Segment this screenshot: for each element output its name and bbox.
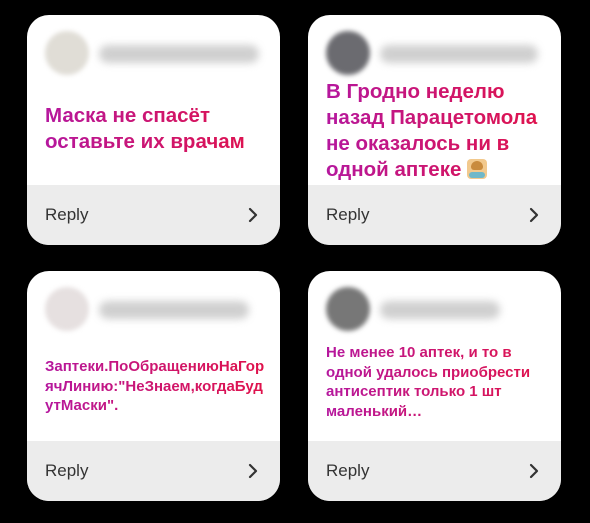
reply-message: Маска не спасёт оставьте их врачам: [45, 103, 268, 155]
story-reply-card-4: Не менее 10 аптек, и то в одной удалось …: [308, 271, 561, 501]
blurred-username: [380, 301, 500, 319]
reply-label: Reply: [45, 205, 89, 224]
chevron-right-icon: [248, 207, 258, 223]
avatar[interactable]: [326, 31, 370, 75]
avatar[interactable]: [326, 287, 370, 331]
reply-button[interactable]: Reply: [27, 185, 280, 245]
blurred-username: [99, 301, 249, 319]
blurred-username: [380, 45, 538, 63]
chevron-right-icon: [248, 463, 258, 479]
blurred-username: [99, 45, 259, 63]
reply-button[interactable]: Reply: [308, 185, 561, 245]
reply-label: Reply: [326, 461, 370, 480]
story-reply-card-1: Маска не спасёт оставьте их врачам Reply: [27, 15, 280, 245]
reply-button[interactable]: Reply: [308, 441, 561, 501]
story-reply-card-3: Заптеки.ПоОбращениюНаГорячЛинию:"НеЗнаем…: [27, 271, 280, 501]
chevron-right-icon: [529, 463, 539, 479]
reply-button[interactable]: Reply: [27, 441, 280, 501]
reply-message: Не менее 10 аптек, и то в одной удалось …: [326, 343, 549, 421]
avatar[interactable]: [45, 31, 89, 75]
reply-label: Reply: [326, 205, 370, 224]
reply-message: В Гродно неделю назад Парацетомола не ок…: [326, 79, 549, 183]
avatar[interactable]: [45, 287, 89, 331]
story-reply-card-2: В Гродно неделю назад Парацетомола не ок…: [308, 15, 561, 245]
reply-label: Reply: [45, 461, 89, 480]
chevron-right-icon: [529, 207, 539, 223]
person-shrugging-emoji: [467, 159, 488, 179]
reply-message: Заптеки.ПоОбращениюНаГорячЛинию:"НеЗнаем…: [45, 357, 268, 416]
